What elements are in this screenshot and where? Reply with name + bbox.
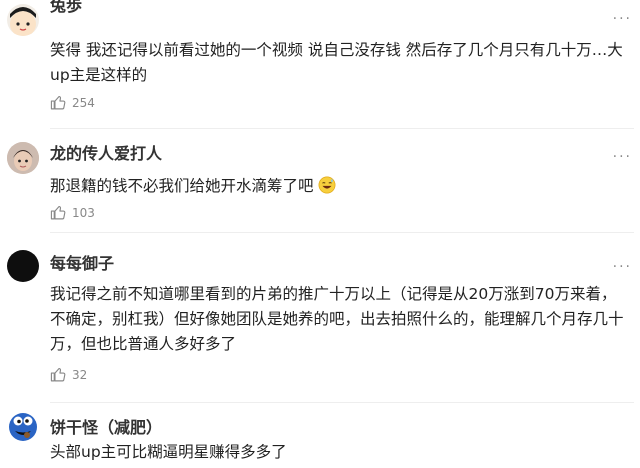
like-count: 103 — [72, 205, 95, 220]
username[interactable]: 龙的传人爱打人 — [50, 144, 162, 164]
laughing-sweat-emoji-icon — [318, 176, 336, 194]
avatar[interactable] — [7, 410, 39, 442]
comment-text-body: 那退籍的钱不必我们给她开水滴筹了吧 — [50, 177, 314, 195]
comment-item: 兔歩 ··· 笑得 我还记得以前看过她的一个视频 说自己没存钱 然后存了几个月只… — [0, 0, 640, 120]
thumbs-up-icon — [50, 95, 66, 110]
more-options-icon[interactable]: ··· — [613, 12, 632, 26]
comment-text: 那退籍的钱不必我们给她开水滴筹了吧 — [50, 174, 630, 199]
thumbs-up-icon — [50, 367, 66, 382]
comment-text: 头部up主可比糊逼明星赚得多多了 — [50, 443, 287, 461]
thumbs-up-icon — [50, 205, 66, 220]
username[interactable]: 兔歩 — [50, 0, 82, 16]
like-count: 32 — [72, 367, 88, 382]
more-options-icon[interactable]: ··· — [613, 260, 632, 274]
avatar[interactable] — [7, 250, 39, 282]
comment-item: 每每御子 ··· 我记得之前不知道哪里看到的片弟的推广十万以上（记得是从20万涨… — [0, 232, 640, 400]
username[interactable]: 饼干怪（减肥） — [50, 418, 160, 438]
avatar[interactable] — [7, 4, 39, 36]
comment-text: 我记得之前不知道哪里看到的片弟的推广十万以上（记得是从20万涨到70万来着，不确… — [50, 285, 624, 353]
like-button[interactable]: 254 — [50, 94, 95, 111]
comment-item: 饼干怪（减肥） 头部up主可比糊逼明星赚得多多了 — [0, 402, 640, 468]
avatar[interactable] — [7, 142, 39, 174]
comment-text: 笑得 我还记得以前看过她的一个视频 说自己没存钱 然后存了几个月只有几十万…大u… — [50, 41, 623, 84]
like-button[interactable]: 103 — [50, 204, 95, 221]
like-button[interactable]: 32 — [50, 366, 87, 383]
username[interactable]: 每每御子 — [50, 254, 114, 274]
comment-item: 龙的传人爱打人 ··· 那退籍的钱不必我们给她开水滴筹了吧 103 — [0, 128, 640, 232]
like-count: 254 — [72, 95, 95, 110]
more-options-icon[interactable]: ··· — [613, 150, 632, 164]
